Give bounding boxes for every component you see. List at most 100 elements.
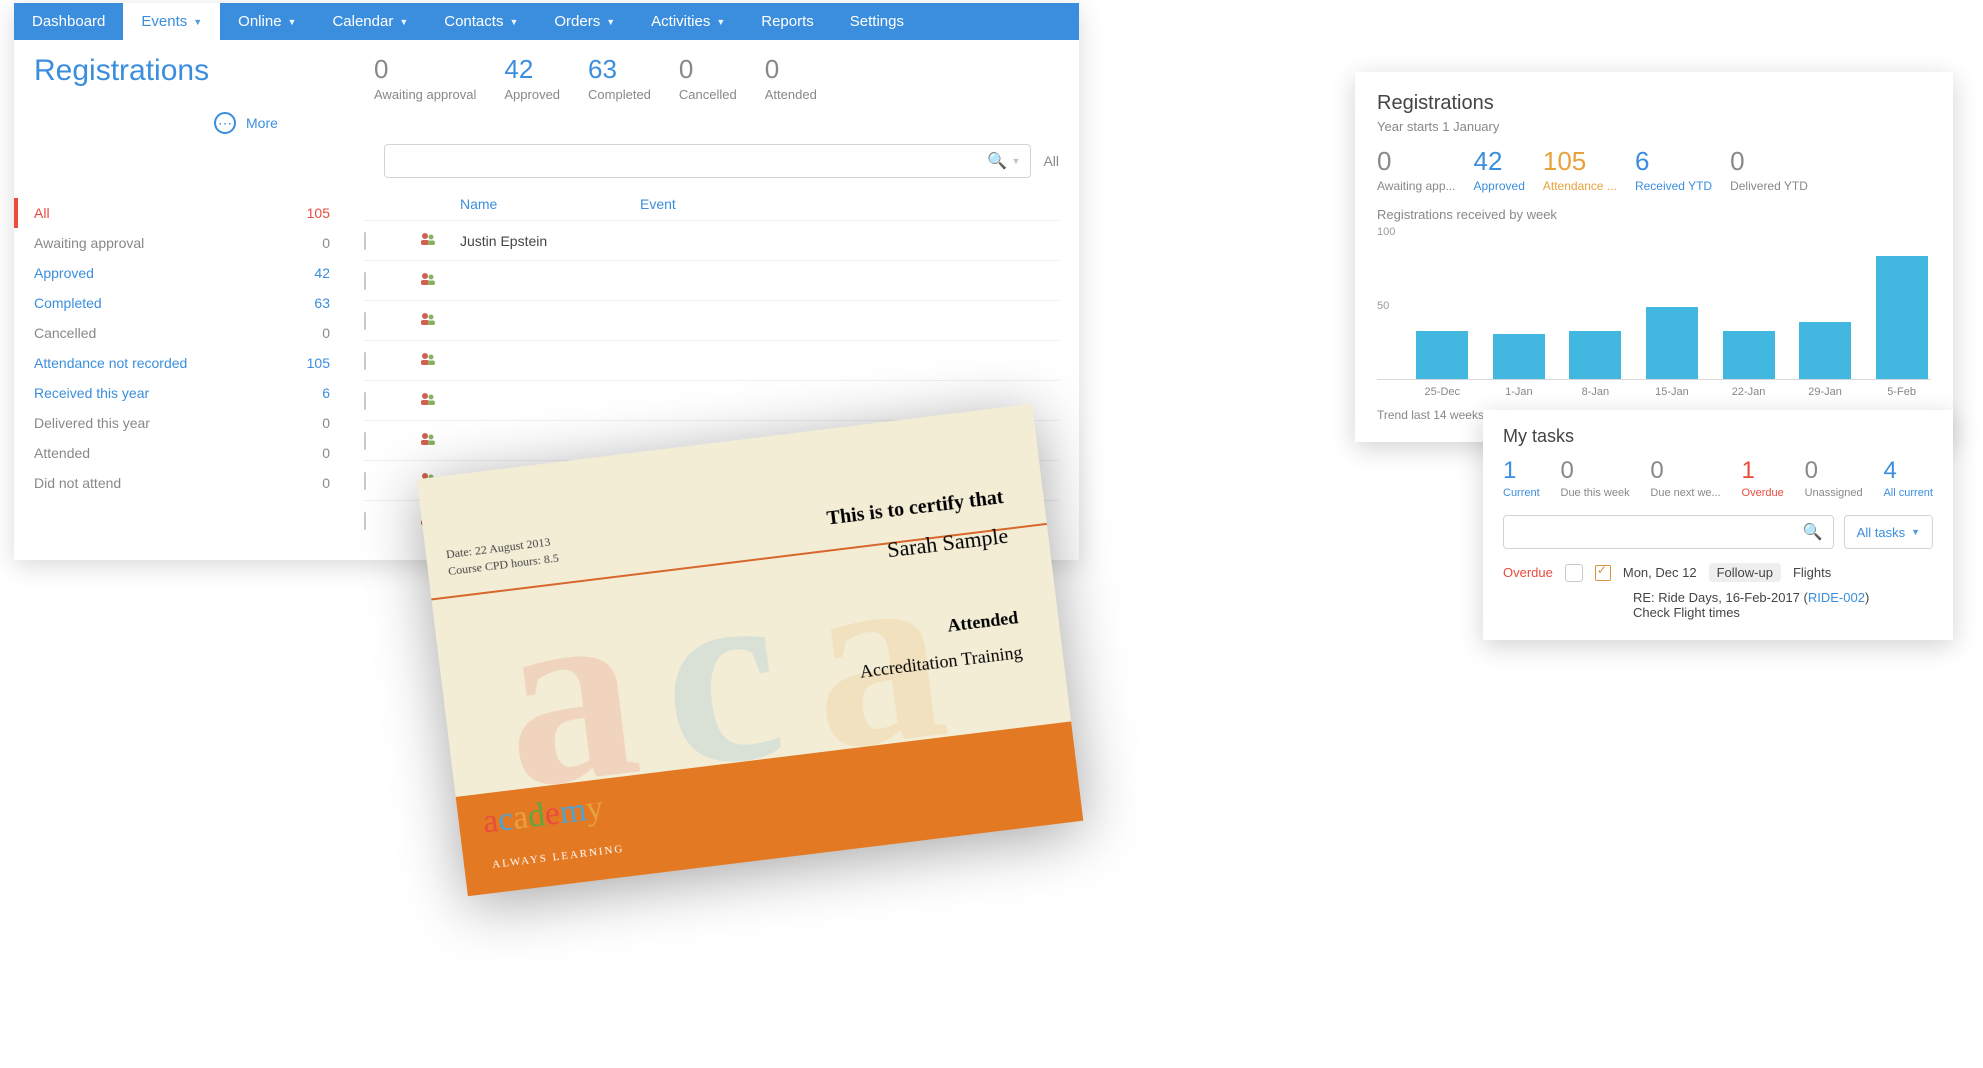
search-icon: 🔍 xyxy=(987,151,1007,171)
row-checkbox[interactable] xyxy=(364,432,366,450)
task-subject: Flights xyxy=(1793,565,1831,580)
row-checkbox[interactable] xyxy=(364,472,366,490)
filter-did-not-attend[interactable]: Did not attend0 xyxy=(14,468,344,498)
nav-reports[interactable]: Reports xyxy=(743,3,832,40)
x-tick: 25-Dec xyxy=(1416,386,1468,398)
task-filter-label: All tasks xyxy=(1857,525,1905,540)
chart-bar xyxy=(1493,334,1545,379)
table-row[interactable]: Justin Epstein xyxy=(364,220,1059,260)
stat-cancelled[interactable]: 0Cancelled xyxy=(679,54,737,102)
chart-bar xyxy=(1416,331,1468,379)
nav-calendar[interactable]: Calendar ▼ xyxy=(314,3,426,40)
task-checkbox[interactable] xyxy=(1565,564,1583,582)
row-checkbox[interactable] xyxy=(364,272,366,290)
nav-orders[interactable]: Orders ▼ xyxy=(536,3,633,40)
chevron-down-icon: ▼ xyxy=(606,17,615,27)
nav-events[interactable]: Events ▼ xyxy=(123,3,220,40)
x-tick: 22-Jan xyxy=(1723,386,1775,398)
task-stat[interactable]: 1Current xyxy=(1503,457,1540,499)
registrations-chart: 100 50 xyxy=(1377,230,1931,380)
row-checkbox[interactable] xyxy=(364,352,366,370)
dash-stat[interactable]: 0Delivered YTD xyxy=(1730,146,1808,193)
task-filter-dropdown[interactable]: All tasks ▼ xyxy=(1844,515,1933,549)
dashboard-title: Registrations xyxy=(1377,92,1931,115)
nav-online[interactable]: Online ▼ xyxy=(220,3,314,40)
more-button[interactable]: ⋯ More xyxy=(14,112,1079,144)
filter-cancelled[interactable]: Cancelled0 xyxy=(14,318,344,348)
task-stat[interactable]: 1Overdue xyxy=(1742,457,1784,499)
stat-awaiting-approval[interactable]: 0Awaiting approval xyxy=(374,54,476,102)
task-stat[interactable]: 0Due next we... xyxy=(1650,457,1720,499)
row-checkbox[interactable] xyxy=(364,312,366,330)
search-input[interactable]: 🔍 ▼ xyxy=(384,144,1031,178)
person-icon xyxy=(420,271,436,287)
y-tick-100: 100 xyxy=(1377,226,1395,238)
dash-stat[interactable]: 42Approved xyxy=(1474,146,1525,193)
certificate-preview: a c a Date: 22 August 2013 Course CPD ho… xyxy=(417,404,1084,896)
x-tick: 15-Jan xyxy=(1646,386,1698,398)
stat-approved[interactable]: 42Approved xyxy=(504,54,560,102)
calendar-icon xyxy=(1595,565,1611,581)
filter-approved[interactable]: Approved42 xyxy=(14,258,344,288)
filter-all[interactable]: All105 xyxy=(14,198,344,228)
y-tick-50: 50 xyxy=(1377,300,1389,312)
task-search-input[interactable]: 🔍 xyxy=(1503,515,1834,549)
task-stat[interactable]: 0Unassigned xyxy=(1805,457,1863,499)
chevron-down-icon: ▼ xyxy=(399,17,408,27)
task-stat[interactable]: 4All current xyxy=(1883,457,1933,499)
chevron-down-icon: ▼ xyxy=(288,17,297,27)
filter-completed[interactable]: Completed63 xyxy=(14,288,344,318)
filter-attendance-not-recorded[interactable]: Attendance not recorded105 xyxy=(14,348,344,378)
row-checkbox[interactable] xyxy=(364,392,366,410)
person-icon xyxy=(420,391,436,407)
nav-settings[interactable]: Settings xyxy=(832,3,922,40)
dash-stat[interactable]: 105Attendance ... xyxy=(1543,146,1617,193)
main-nav: DashboardEvents ▼Online ▼Calendar ▼Conta… xyxy=(14,3,1079,40)
dashboard-card: Registrations Year starts 1 January 0Awa… xyxy=(1355,72,1953,442)
row-checkbox[interactable] xyxy=(364,512,366,530)
dash-stat[interactable]: 6Received YTD xyxy=(1635,146,1712,193)
chevron-down-icon: ▼ xyxy=(716,17,725,27)
dashboard-subtitle: Year starts 1 January xyxy=(1377,119,1931,134)
task-note: Check Flight times xyxy=(1503,605,1933,620)
filter-received-this-year[interactable]: Received this year6 xyxy=(14,378,344,408)
chevron-down-icon: ▼ xyxy=(1911,527,1920,537)
table-row[interactable] xyxy=(364,340,1059,380)
chart-bar xyxy=(1646,307,1698,379)
task-ref-link[interactable]: RIDE-002 xyxy=(1808,590,1865,605)
row-checkbox[interactable] xyxy=(364,232,366,250)
chart-bar xyxy=(1569,331,1621,379)
person-icon xyxy=(420,231,436,247)
person-icon xyxy=(420,311,436,327)
filter-awaiting-approval[interactable]: Awaiting approval0 xyxy=(14,228,344,258)
filter-delivered-this-year[interactable]: Delivered this year0 xyxy=(14,408,344,438)
nav-activities[interactable]: Activities ▼ xyxy=(633,3,743,40)
stat-attended[interactable]: 0Attended xyxy=(765,54,817,102)
page-title: Registrations xyxy=(34,54,374,88)
task-row[interactable]: Overdue Mon, Dec 12 Follow-up Flights xyxy=(1503,563,1933,582)
more-label: More xyxy=(246,115,278,131)
x-tick: 29-Jan xyxy=(1799,386,1851,398)
nav-dashboard[interactable]: Dashboard xyxy=(14,3,123,40)
column-header-event[interactable]: Event xyxy=(640,196,1059,212)
certificate-attended: Attended xyxy=(946,607,1019,636)
task-reference: RE: Ride Days, 16-Feb-2017 (RIDE-002) xyxy=(1503,590,1933,605)
table-row[interactable] xyxy=(364,260,1059,300)
stat-completed[interactable]: 63Completed xyxy=(588,54,651,102)
chart-bar xyxy=(1723,331,1775,379)
chart-title: Registrations received by week xyxy=(1377,207,1931,222)
table-row[interactable] xyxy=(364,300,1059,340)
nav-contacts[interactable]: Contacts ▼ xyxy=(426,3,536,40)
chevron-down-icon: ▼ xyxy=(193,17,202,27)
column-header-name[interactable]: Name xyxy=(460,196,640,212)
chevron-down-icon: ▼ xyxy=(1012,156,1021,166)
person-icon xyxy=(420,351,436,367)
task-stat[interactable]: 0Due this week xyxy=(1561,457,1630,499)
task-status: Overdue xyxy=(1503,565,1553,580)
x-tick: 8-Jan xyxy=(1569,386,1621,398)
tasks-title: My tasks xyxy=(1503,426,1933,447)
dash-stat[interactable]: 0Awaiting app... xyxy=(1377,146,1456,193)
all-filter-label[interactable]: All xyxy=(1043,153,1059,169)
filter-attended[interactable]: Attended0 xyxy=(14,438,344,468)
x-tick: 1-Jan xyxy=(1493,386,1545,398)
